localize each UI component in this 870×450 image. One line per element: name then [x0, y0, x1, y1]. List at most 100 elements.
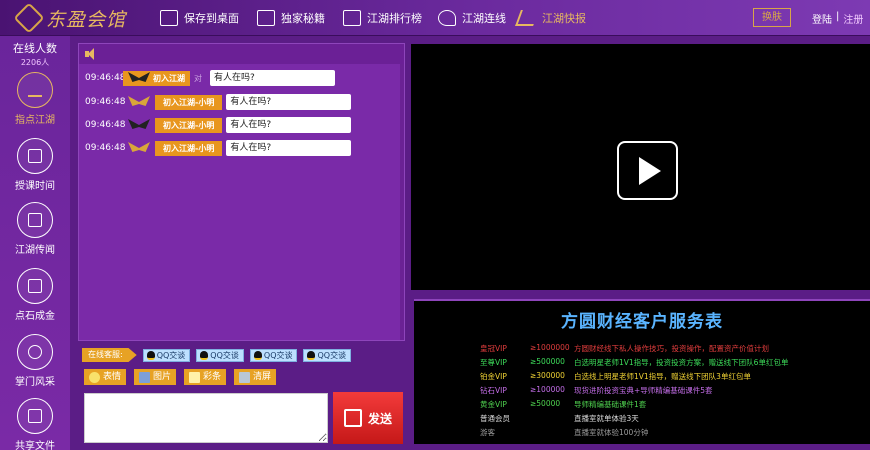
row-desc: 导师精编基础课件1套 — [574, 400, 647, 409]
row-level: 铂金VIP — [480, 372, 507, 381]
image-button[interactable]: 图片 — [134, 369, 177, 385]
sidebar-item-rumors[interactable]: 江湖传闻 — [0, 202, 70, 256]
nav-save-desktop[interactable]: 保存到桌面 — [160, 0, 239, 36]
send-button[interactable]: 发送 — [333, 392, 403, 444]
video-player[interactable] — [411, 44, 870, 290]
message-user[interactable]: 初入江湖-小明 — [155, 94, 223, 110]
qq-icon — [146, 350, 155, 360]
online-count-block: 在线人数 2206人 — [0, 40, 70, 68]
chat-toolbar: 表情 图片 彩条 清屏 — [84, 369, 277, 385]
nav-ranking[interactable]: 江湖排行榜 — [343, 0, 422, 36]
chat-scrollbar[interactable] — [400, 64, 404, 340]
message-time: 09:46:48 — [85, 120, 126, 130]
message-text: 有人在吗? — [226, 140, 352, 156]
qq-label: QQ交谈 — [156, 350, 186, 360]
tool-label: 彩条 — [203, 372, 222, 382]
image-icon — [139, 371, 151, 383]
table-row: 黄金VIP ≥50000 导师精编基础课件1套 — [480, 399, 646, 410]
qq-label: QQ交谈 — [317, 350, 347, 360]
table-row: 普通会员 直播室就单体验3天 — [480, 413, 639, 424]
skin-button[interactable]: 换肤 — [753, 8, 791, 27]
sidebar-item-golden-touch[interactable]: 点石成金 — [0, 268, 70, 322]
qq-label: QQ交谈 — [210, 350, 239, 360]
message-user[interactable]: 初入江湖-小明 — [155, 140, 223, 156]
color-bar-button[interactable]: 彩条 — [184, 369, 227, 385]
message-text: 有人在吗? — [226, 117, 352, 133]
table-row: 至尊VIP ≥500000 白选明星老师1V1指导，投资投资方案，赠送线下团队6… — [480, 357, 788, 368]
folder-icon — [17, 398, 53, 434]
top-bar: 东盈会馆 保存到桌面 独家秘籍 江湖排行榜 江湖连线 江湖快报 换肤 登陆 | … — [0, 0, 870, 36]
message-user[interactable]: 初入江湖 — [123, 70, 190, 86]
nav-secret-book[interactable]: 独家秘籍 — [257, 0, 325, 36]
sidebar-item-guidance[interactable]: 指点江湖 — [0, 72, 70, 126]
qq-chat-button[interactable]: QQ交谈 — [142, 348, 191, 362]
monitor-icon — [160, 10, 178, 26]
sidebar-item-label: 掌门风采 — [15, 377, 55, 388]
row-amount — [530, 427, 574, 438]
bar-chart-icon — [17, 72, 53, 108]
sidebar: 在线人数 2206人 指点江湖 授课时间 江湖传闻 点石成金 掌门风采 共享文件 — [0, 36, 70, 450]
smiley-icon — [89, 371, 100, 383]
nav-connect[interactable]: 江湖连线 — [438, 0, 506, 36]
chat-input[interactable] — [84, 393, 328, 443]
sidebar-item-label: 共享文件 — [15, 441, 55, 450]
row-amount — [530, 413, 574, 424]
message-text: 有人在吗? — [226, 94, 352, 110]
row-desc: 白选线上明星老师1V1指导，赠送线下团队3单红包单 — [574, 372, 751, 381]
row-amount: ≥1000000 — [530, 343, 570, 352]
qq-chat-button[interactable]: QQ交谈 — [196, 348, 244, 362]
row-amount: ≥100000 — [530, 385, 565, 394]
qq-chat-button[interactable]: QQ交谈 — [303, 348, 352, 362]
auth-links: 登陆 | 注册 — [812, 11, 863, 26]
service-table-title: 方圆财经客户服务表 — [561, 312, 723, 332]
row-desc: 现货进阶投资宝典+导师精编基础课件5套 — [574, 386, 713, 395]
emoji-button[interactable]: 表情 — [84, 369, 127, 385]
sidebar-item-label: 江湖传闻 — [15, 245, 55, 256]
rank-badge-icon — [125, 142, 153, 154]
table-row: 游客 直播室就体验100分钟 — [480, 427, 648, 438]
user-icon — [17, 334, 53, 370]
row-desc: 直播室就体验100分钟 — [574, 428, 649, 437]
book-icon — [17, 268, 53, 304]
tool-label: 图片 — [153, 372, 172, 382]
row-level: 游客 — [480, 428, 495, 437]
row-amount: ≥300000 — [530, 371, 565, 380]
register-link[interactable]: 注册 — [843, 11, 863, 26]
message-time: 09:46:48 — [85, 97, 126, 107]
row-desc: 白选明星老师1V1指导，投资投资方案，赠送线下团队6单红包单 — [574, 358, 789, 367]
message-text: 有人在吗? — [210, 70, 335, 86]
row-level: 皇冠VIP — [480, 344, 507, 353]
chat-message: 09:46:48 初入江湖-小明 有人在吗? — [85, 94, 352, 110]
qq-icon — [307, 350, 316, 360]
sidebar-item-masters[interactable]: 掌门风采 — [0, 334, 70, 388]
sidebar-item-shared-files[interactable]: 共享文件 — [0, 398, 70, 450]
message-user[interactable]: 初入江湖-小明 — [155, 117, 223, 133]
chat-message: 09:46:48 初入江湖 对 有人在吗? — [85, 70, 335, 86]
clear-screen-button[interactable]: 清屏 — [234, 369, 277, 385]
nav-news-flash[interactable]: 江湖快报 — [515, 0, 586, 36]
tool-label: 表情 — [103, 372, 122, 382]
nav-label: 独家秘籍 — [281, 12, 325, 25]
message-time: 09:46:48 — [85, 143, 126, 153]
chat-message: 09:46:48 初入江湖-小明 有人在吗? — [85, 117, 352, 133]
speaker-icon[interactable] — [85, 48, 97, 60]
rank-badge-icon — [125, 119, 153, 131]
document-icon — [17, 202, 53, 238]
chat-message: 09:46:48 初入江湖-小明 有人在吗? — [85, 140, 352, 156]
online-service-label: 在线客服: — [82, 348, 137, 362]
logo[interactable]: 东盈会馆 — [13, 2, 126, 34]
qq-icon — [253, 350, 262, 360]
login-link[interactable]: 登陆 — [812, 11, 832, 26]
qq-chat-button[interactable]: QQ交谈 — [249, 348, 298, 362]
sidebar-item-label: 点石成金 — [15, 311, 55, 322]
table-row: 钻石VIP ≥100000 现货进阶投资宝典+导师精编基础课件5套 — [480, 385, 713, 396]
play-icon[interactable] — [617, 141, 678, 200]
flash-icon — [515, 10, 539, 26]
message-time: 09:46:48 — [85, 73, 126, 83]
row-level: 普通会员 — [480, 414, 510, 423]
message-user-name: 初入江湖 — [153, 73, 185, 83]
sidebar-item-schedule[interactable]: 授课时间 — [0, 138, 70, 192]
presentation-icon — [17, 138, 53, 174]
auth-separator: | — [836, 11, 840, 22]
logo-mark-icon — [13, 2, 45, 34]
